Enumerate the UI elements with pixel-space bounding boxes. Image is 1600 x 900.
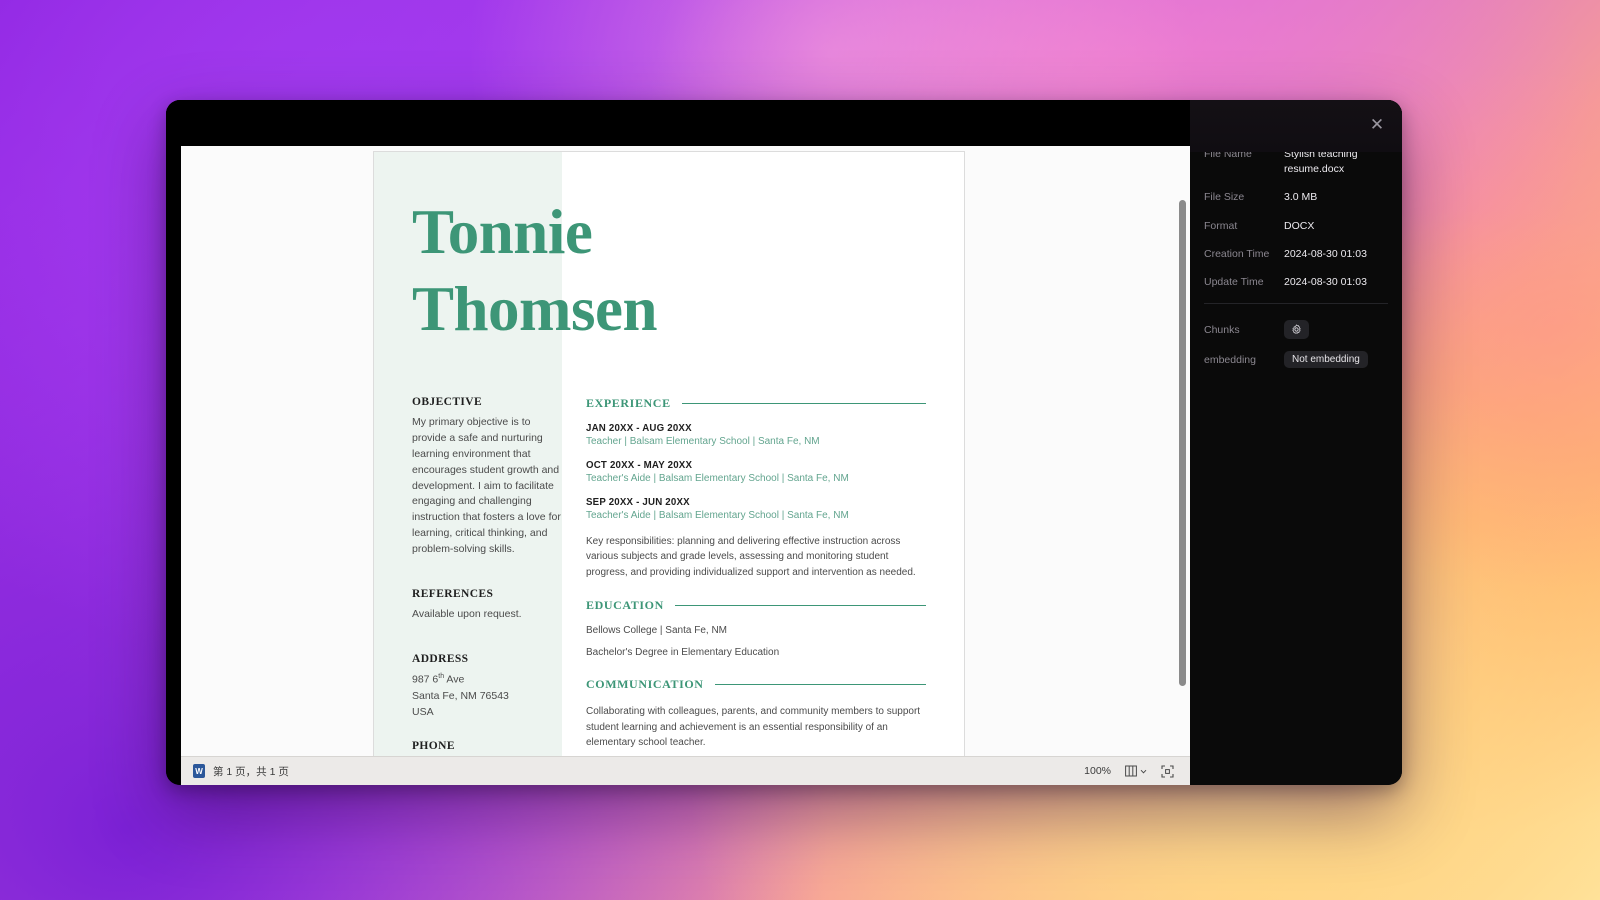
- info-row: Creation Time 2024-08-30 01:03: [1204, 247, 1388, 262]
- references-heading: REFERENCES: [412, 588, 494, 601]
- chunks-label: Chunks: [1204, 323, 1240, 336]
- panel-divider: [1204, 303, 1388, 305]
- section-rule: [714, 684, 926, 686]
- gear-icon: [1292, 324, 1301, 335]
- address-line-1: 987 6th Ave: [412, 672, 564, 688]
- chevron-down-icon: [1140, 769, 1147, 774]
- word-document-icon: [193, 764, 205, 778]
- info-row: Format DOCX: [1204, 219, 1388, 234]
- address-line-2: Santa Fe, NM 76543: [412, 689, 509, 702]
- education-degree: Bachelor's Degree in Elementary Educatio…: [586, 647, 780, 659]
- resume-right-column: EXPERIENCE JAN 20XX - AUG 20XX Teacher |…: [586, 396, 926, 756]
- fit-page-icon[interactable]: [1161, 764, 1174, 778]
- address-street-name: Ave: [444, 673, 465, 686]
- address-street-number: 987 6: [412, 673, 439, 686]
- phone-heading: PHONE: [412, 739, 455, 752]
- document-status-bar: 第 1 页，共 1 页 100%: [181, 756, 1190, 785]
- info-key: Update Time: [1204, 276, 1264, 289]
- info-row: File Size 3.0 MB: [1204, 190, 1388, 205]
- address-heading: ADDRESS: [412, 653, 469, 666]
- info-value: DOCX: [1284, 219, 1315, 232]
- section-rule: [681, 402, 926, 404]
- info-key: Creation Time: [1204, 247, 1270, 260]
- experience-date: SEP 20XX - JUN 20XX: [586, 496, 690, 508]
- experience-role: Teacher's Aide | Balsam Elementary Schoo…: [586, 472, 849, 484]
- experience-date: OCT 20XX - MAY 20XX: [586, 459, 693, 471]
- address-line-3: USA: [412, 705, 434, 718]
- objective-heading: OBJECTIVE: [412, 395, 483, 408]
- page-layout-icon[interactable]: [1125, 765, 1147, 777]
- experience-role: Teacher | Balsam Elementary School | San…: [586, 435, 820, 447]
- experience-item: JAN 20XX - AUG 20XX Teacher | Balsam Ele…: [586, 423, 926, 447]
- chunks-settings-button[interactable]: [1284, 320, 1309, 340]
- objective-text: My primary objective is to provide a saf…: [412, 415, 561, 556]
- communication-section-header: COMMUNICATION: [586, 677, 926, 692]
- embedding-status-badge[interactable]: Not embedding: [1284, 351, 1368, 369]
- close-icon[interactable]: ✕: [1366, 113, 1388, 135]
- document-canvas: Tonnie Thomsen OBJECTIVE My primary obje…: [181, 146, 1190, 756]
- basic-information-panel: Basic Information File Name Stylish teac…: [1190, 100, 1402, 785]
- embedding-row: embedding Not embedding: [1204, 351, 1388, 369]
- info-value: 3.0 MB: [1284, 191, 1318, 204]
- resume-left-column: OBJECTIVE My primary objective is to pro…: [412, 396, 564, 756]
- experience-heading: EXPERIENCE: [586, 395, 671, 410]
- info-row: Update Time 2024-08-30 01:03: [1204, 275, 1388, 290]
- resume-page: Tonnie Thomsen OBJECTIVE My primary obje…: [374, 152, 964, 756]
- experience-role: Teacher's Aide | Balsam Elementary Schoo…: [586, 509, 849, 521]
- experience-item: OCT 20XX - MAY 20XX Teacher's Aide | Bal…: [586, 460, 926, 484]
- file-preview-modal: Files Search files ✕ Tonnie Thomsen OBJE…: [166, 100, 1402, 785]
- experience-item: SEP 20XX - JUN 20XX Teacher's Aide | Bal…: [586, 497, 926, 521]
- education-section-header: EDUCATION: [586, 598, 926, 613]
- zoom-level-label: 100%: [1084, 765, 1111, 777]
- document-scrollbar[interactable]: [1179, 196, 1186, 722]
- experience-date: JAN 20XX - AUG 20XX: [586, 422, 692, 434]
- experience-section-header: EXPERIENCE: [586, 396, 926, 411]
- education-school: Bellows College | Santa Fe, NM: [586, 625, 727, 637]
- experience-summary: Key responsibilities: planning and deliv…: [586, 535, 916, 578]
- communication-heading: COMMUNICATION: [586, 677, 704, 692]
- references-text: Available upon request.: [412, 608, 522, 621]
- resume-name-line1: Tonnie: [412, 197, 593, 267]
- education-heading: EDUCATION: [586, 598, 664, 613]
- info-value: 2024-08-30 01:03: [1284, 247, 1367, 260]
- section-rule: [674, 605, 926, 607]
- document-viewer: Tonnie Thomsen OBJECTIVE My primary obje…: [166, 100, 1190, 785]
- scrollbar-thumb[interactable]: [1179, 200, 1186, 686]
- info-key: Format: [1204, 219, 1238, 232]
- chunks-row: Chunks: [1204, 320, 1388, 340]
- page-count-label: 第 1 页，共 1 页: [213, 765, 289, 778]
- resume-name-line2: Thomsen: [412, 273, 658, 344]
- communication-text: Collaborating with colleagues, parents, …: [586, 706, 921, 749]
- embedding-label: embedding: [1204, 353, 1256, 366]
- info-key: File Size: [1204, 191, 1245, 204]
- info-value: 2024-08-30 01:03: [1284, 276, 1367, 289]
